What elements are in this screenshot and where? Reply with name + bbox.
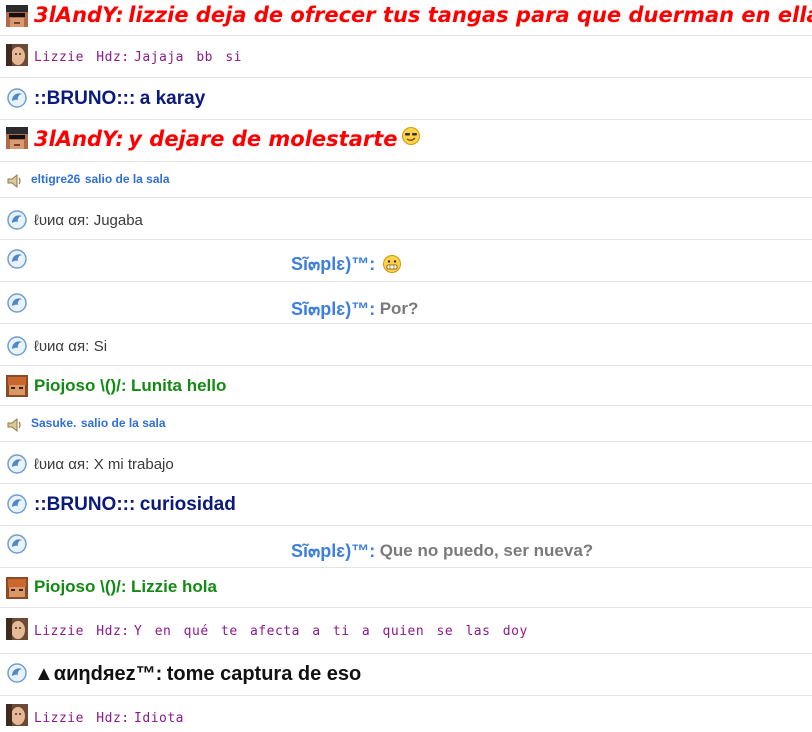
chat-message: Lizzie Hdz: Y en qué te afecta a ti a qu… [0,608,812,654]
avatar-lizzie[interactable] [6,704,28,726]
message-sender[interactable]: Lizzie Hdz: [34,624,130,639]
chat-message: ::BRUNO::: a karay [0,78,812,120]
chat-message: ▲αиηdяez™: tome captura de eso [0,654,812,696]
chat-message: 3lAndY: y dejare de molestarte [0,120,812,162]
dolphin-icon[interactable] [6,292,28,314]
message-sender[interactable]: 3lAndY: [34,127,124,151]
avatar-piojoso[interactable] [6,375,28,397]
message-sender[interactable]: Lizzie Hdz: [34,50,130,65]
message-text: salio de la sala [84,172,170,186]
message-sender[interactable]: eltigre26 [31,172,80,186]
avatar-andy[interactable] [6,5,28,27]
message-text: a karay [139,88,206,109]
message-text: Jajaja bb si [134,49,242,65]
avatar-andy[interactable] [6,127,28,149]
message-text: tome captura de eso [166,663,362,685]
smug-emoji-icon [401,126,421,146]
message-sender[interactable]: Sĩ๓plɛ)™: [291,249,375,278]
message-text: lizzie deja de ofrecer tus tangas para q… [128,3,812,27]
message-text: y dejare de molestarte [128,127,398,151]
message-sender[interactable]: ::BRUNO::: [34,494,135,516]
chat-message: 3lAndY: lizzie deja de ofrecer tus tanga… [0,0,812,36]
message-text: Lunita hello [131,376,227,395]
chat-message: ℓυиα αя: X mi trabajo [0,442,812,484]
message-sender[interactable]: Lizzie Hdz: [34,711,130,726]
dolphin-icon[interactable] [6,335,28,357]
message-text: Y en qué te afecta a ti a quien se las d… [134,623,528,639]
message-text: Lizzie hola [131,577,217,596]
chat-message: Piojoso \()/: Lizzie hola [0,568,812,608]
message-text: X mi trabajo [93,455,174,473]
message-text: curiosidad [139,494,236,515]
chat-message: eltigre26 salio de la sala [0,162,812,198]
speaker-icon [6,416,24,434]
chat-message: Piojoso \()/: Lunita hello [0,366,812,406]
message-text: salio de la sala [80,416,166,430]
message-sender[interactable]: Piojoso \()/: [34,376,127,396]
avatar-lizzie[interactable] [6,618,28,640]
chat-message: Lizzie Hdz: Jajaja bb si [0,36,812,78]
message-sender[interactable]: ℓυиα αя: [34,456,89,473]
message-text: Que no puedo, ser nueva? [379,540,594,560]
dolphin-icon[interactable] [6,453,28,475]
message-sender[interactable]: ::BRUNO::: [34,88,135,110]
dolphin-icon[interactable] [6,87,28,109]
message-sender[interactable]: ℓυиα αя: [34,212,89,229]
avatar-lizzie[interactable] [6,44,28,66]
dolphin-icon[interactable] [6,533,28,555]
chat-message: ::BRUNO::: curiosidad [0,484,812,526]
message-sender[interactable]: Sĩ๓plɛ)™: [291,294,375,323]
chat-message: Sĩ๓plɛ)™: Que no puedo, ser nueva? [0,526,812,568]
message-text: Por? [379,298,419,318]
message-sender[interactable]: Sasuke. [31,416,76,430]
dolphin-icon[interactable] [6,248,28,270]
speaker-icon [6,172,24,190]
grin-emoji-icon [382,254,402,274]
chat-message: Sasuke. salio de la sala [0,406,812,442]
chat-message: ℓυиα αя: Jugaba [0,198,812,240]
message-sender[interactable]: 3lAndY: [34,3,124,27]
message-sender[interactable]: Sĩ๓plɛ)™: [291,536,375,565]
chat-message: Sĩ๓plɛ)™: Por? [0,282,812,324]
avatar-piojoso[interactable] [6,577,28,599]
message-text: Si [93,337,108,355]
message-sender[interactable]: ▲αиηdяez™: [34,663,162,686]
message-text: Jugaba [93,211,143,229]
dolphin-icon[interactable] [6,662,28,684]
dolphin-icon[interactable] [6,493,28,515]
message-sender[interactable]: ℓυиα αя: [34,338,89,355]
dolphin-icon[interactable] [6,209,28,231]
message-text: Idiota [134,710,185,726]
chat-message: ℓυиα αя: Si [0,324,812,366]
chat-message: Lizzie Hdz: Idiota [0,696,812,732]
chat-log: 3lAndY: lizzie deja de ofrecer tus tanga… [0,0,812,732]
chat-message: Sĩ๓plɛ)™: [0,240,812,282]
message-sender[interactable]: Piojoso \()/: [34,577,127,597]
